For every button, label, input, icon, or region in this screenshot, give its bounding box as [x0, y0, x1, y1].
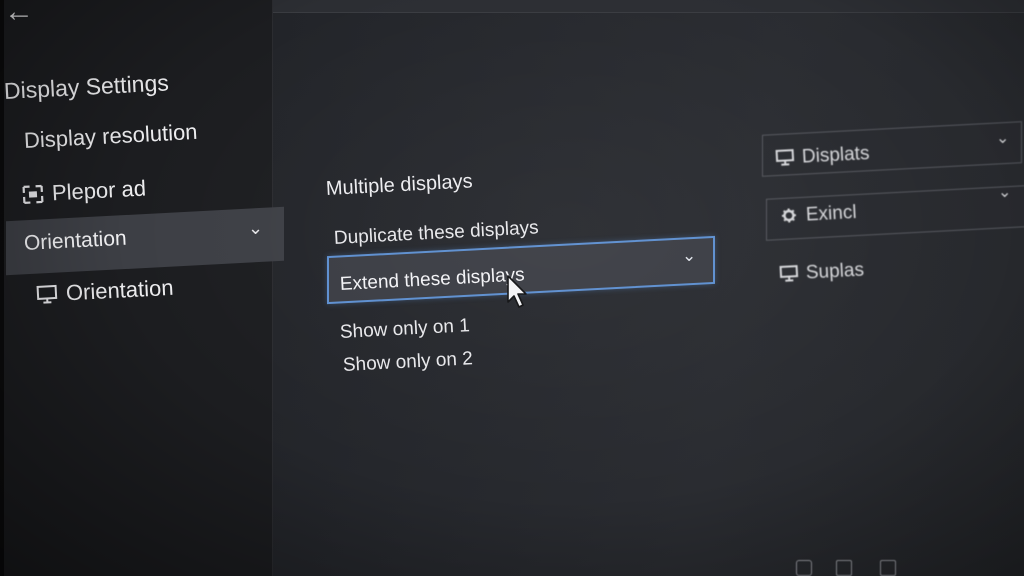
taskbar — [790, 560, 910, 576]
back-arrow-icon[interactable]: ← — [4, 0, 44, 28]
sidebar-item-plepor-ad[interactable]: Plepor ad — [21, 175, 147, 208]
taskbar-icon[interactable] — [796, 560, 812, 576]
exincl-label: Exincl — [779, 202, 857, 228]
chevron-down-icon[interactable]: ⌄ — [998, 182, 1011, 202]
gear-icon — [780, 207, 799, 224]
option-show-only-1[interactable]: Show only on 1 — [339, 315, 470, 344]
sidebar-item-orientation[interactable]: Orientation — [35, 275, 174, 308]
chevron-down-icon[interactable]: ⌄ — [248, 218, 263, 239]
sidebar-title: Display Settings — [3, 69, 170, 104]
settings-window: ← Display Settings Display resolution Pl… — [0, 0, 1024, 576]
sidebar-item-label: Plepor ad — [51, 175, 147, 206]
mouse-pointer-icon — [506, 274, 530, 310]
monitor-icon — [779, 265, 799, 282]
sidebar-item-label: Display resolution — [23, 118, 199, 153]
chevron-down-icon[interactable]: ⌄ — [996, 128, 1009, 148]
option-show-only-2[interactable]: Show only on 2 — [342, 348, 473, 377]
exincl-text: Exincl — [805, 202, 858, 226]
taskbar-icon[interactable] — [880, 560, 896, 576]
option-duplicate-displays[interactable]: Duplicate these displays — [333, 217, 539, 250]
suplas-text: Suplas — [805, 259, 865, 284]
displats-text: Displats — [801, 143, 870, 168]
sidebar: ← Display Settings Display resolution Pl… — [0, 0, 284, 576]
multiple-displays-heading: Multiple displays — [325, 170, 474, 200]
sidebar-item-label: Orientation — [65, 274, 175, 306]
window-top-bar — [272, 0, 1024, 13]
monitor-icon — [775, 149, 795, 166]
taskbar-icon[interactable] — [836, 560, 852, 576]
suplas-item[interactable]: Suplas — [779, 259, 865, 286]
monitor-icon — [35, 284, 58, 305]
chevron-down-icon[interactable]: ⌄ — [682, 246, 696, 266]
scale-icon — [21, 184, 44, 205]
sidebar-item-display-resolution[interactable]: Display resolution — [23, 119, 198, 154]
